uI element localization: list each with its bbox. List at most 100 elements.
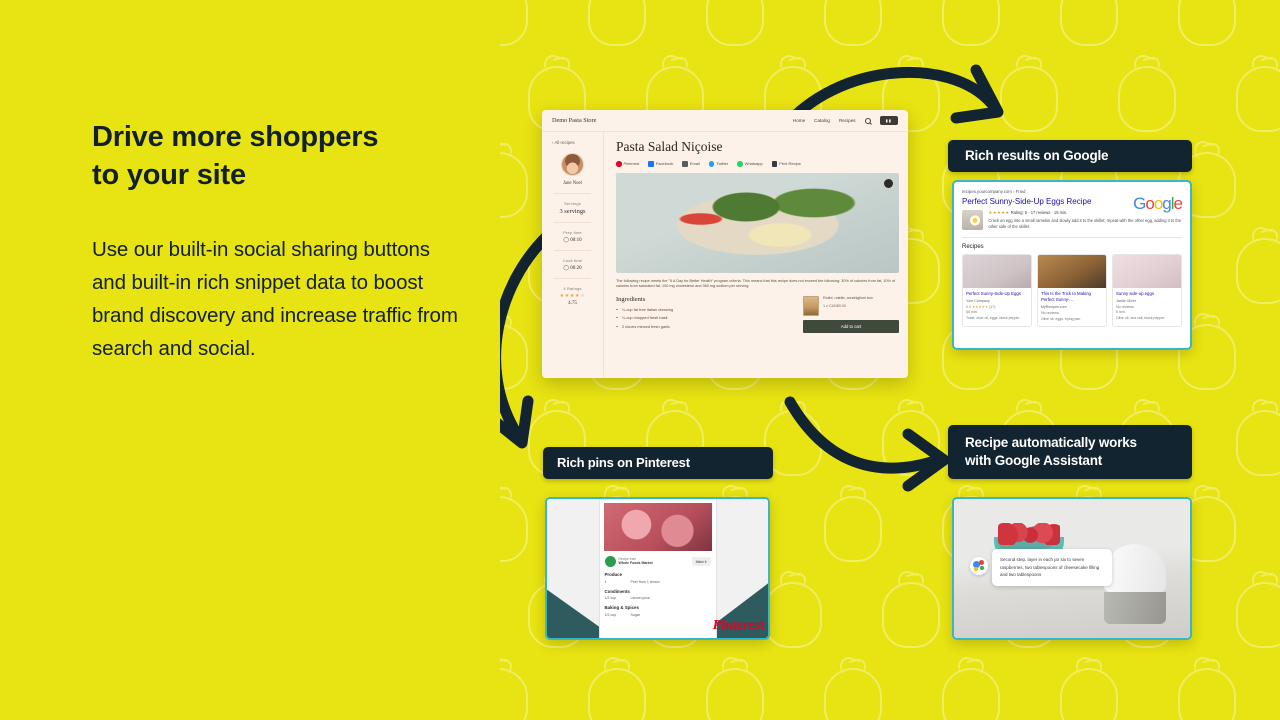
pin-item: Lemon juice <box>630 596 650 600</box>
whole-foods-icon <box>604 556 616 567</box>
divider <box>554 250 591 251</box>
speaker-top <box>1104 544 1166 592</box>
recipe-hero-image <box>616 172 899 273</box>
pineapple-pattern-icon <box>1118 66 1176 132</box>
pineapple-pattern-icon <box>1060 668 1118 720</box>
copy-block: Drive more shoppers to your site Use our… <box>92 118 462 365</box>
label-rich-results-google: Rich results on Google <box>948 140 1192 172</box>
recipe-page-mockup: Demo Pasta Store Home Catalog Recipes ▮▮… <box>542 110 908 378</box>
pin-qty: 1/2 cup <box>604 612 617 617</box>
prep-time-value: ◯ 00:10 <box>563 238 582 243</box>
store-name: Demo Pasta Store <box>552 117 597 124</box>
recipe-body: ‹ All recipes Jane Noel Servings 3 servi… <box>542 132 908 378</box>
assistant-speech-bubble: Second step, layer in each jar six to se… <box>992 549 1112 586</box>
recipe-result-card[interactable]: This Is the Trick to Making Perfect Sunn… <box>1037 254 1107 327</box>
label-google-assistant: Recipe automatically works with Google A… <box>948 425 1192 479</box>
ingredient-item: ¼ cup fat free Italian dressing <box>616 307 795 312</box>
ingredients-section: Ingredients ¼ cup fat free Italian dress… <box>616 296 899 334</box>
pineapple-pattern-icon <box>942 0 1000 46</box>
ingredient-item: ¼ cup chopped fresh basil <box>616 315 795 320</box>
card-ingredients: Toast, olive oil, eggs, black pepper <box>966 316 1020 321</box>
make-it-button[interactable]: Make it <box>691 557 711 566</box>
google-results-mockup: Google recipes.yourcompany.com › Fried P… <box>952 180 1192 350</box>
nav-link-home[interactable]: Home <box>793 118 805 123</box>
card-time: 55 min. <box>966 310 978 315</box>
recipe-result-card[interactable]: Sunny side-up eggs Jamie Oliver No revie… <box>1112 254 1182 327</box>
share-whatsapp[interactable]: Whatsapp <box>737 161 763 167</box>
speaker-base <box>1104 592 1166 624</box>
prep-time-label: Prep time <box>563 230 582 235</box>
pin-source-row: Recipe from Whole Foods Market Make it <box>600 551 716 567</box>
pin-section-heading: Produce <box>604 572 623 577</box>
pin-ingredient-row: 1/2 cup Sugar <box>600 610 716 617</box>
recipes-carousel-heading: Recipes <box>962 244 984 251</box>
share-twitter[interactable]: Twitter <box>708 161 728 167</box>
card-rating: 5.0 ★★★★★ (17) <box>966 305 996 310</box>
pineapple-pattern-icon <box>1236 582 1280 648</box>
pineapple-pattern-icon <box>942 668 1000 720</box>
arrow-to-assistant <box>784 396 950 492</box>
pinterest-logo: Pinterest <box>712 618 764 633</box>
twitter-icon <box>708 161 715 167</box>
pineapple-pattern-icon <box>500 152 528 218</box>
card-title: This Is the Trick to Making Perfect Sunn… <box>1041 291 1091 303</box>
card-image <box>963 255 1031 289</box>
share-email[interactable]: Email <box>682 161 700 167</box>
card-source: Your Company <box>966 299 990 304</box>
result-thumbnail <box>962 210 984 230</box>
nav-link-catalog[interactable]: Catalog <box>814 118 830 123</box>
pineapple-pattern-icon <box>588 668 646 720</box>
rating-stars: ★★★★★ <box>559 293 586 299</box>
cart-button[interactable]: ▮▮ <box>879 116 898 125</box>
card-ingredients: Olive oil, eggs, frying pan <box>1041 316 1081 321</box>
pin-item: Peel from 1 lemon <box>630 579 660 584</box>
share-print[interactable]: Print Recipe <box>771 161 801 167</box>
recipe-description: The following recipe meets the "5 A Day … <box>616 278 896 289</box>
share-pinterest[interactable]: Pinterest <box>616 161 639 167</box>
breadcrumb[interactable]: ‹ All recipes <box>546 140 599 145</box>
recipe-main: Pasta Salad Niçoise Pinterest Facebook E… <box>604 132 908 378</box>
author-avatar <box>561 153 584 176</box>
cook-time-label: Cook time <box>562 258 583 263</box>
store-header: Demo Pasta Store Home Catalog Recipes ▮▮ <box>542 110 908 132</box>
recipe-result-card[interactable]: Perfect Sunny-Side-Up Eggs Your Company … <box>962 254 1032 327</box>
print-icon <box>771 161 778 167</box>
pineapple-pattern-icon <box>1178 668 1236 720</box>
card-body: Perfect Sunny-Side-Up Eggs Your Company … <box>963 288 1031 325</box>
label-rich-pins-pinterest: Rich pins on Pinterest <box>543 447 773 479</box>
ratings-label: 4 Ratings <box>563 286 582 291</box>
body-copy: Use our built-in social sharing buttons … <box>92 237 458 361</box>
pineapple-pattern-icon <box>1178 0 1236 46</box>
recipes-carousel: Perfect Sunny-Side-Up Eggs Your Company … <box>954 250 1190 327</box>
add-to-cart-button[interactable]: Add to cart <box>803 320 899 334</box>
pineapple-pattern-icon <box>882 582 940 648</box>
nav-link-recipes[interactable]: Recipes <box>839 118 856 123</box>
pineapple-pattern-icon <box>764 582 822 648</box>
product-upsell: Rotini, rotelle, conchiglioni box 1 x CA… <box>803 296 899 334</box>
card-title: Perfect Sunny-Side-Up Eggs <box>966 291 1021 297</box>
search-icon[interactable] <box>864 117 871 124</box>
pineapple-pattern-icon <box>1060 0 1118 46</box>
card-body: Sunny side-up eggs Jamie Oliver No revie… <box>1113 288 1181 325</box>
pin-qty: 1 <box>604 579 607 584</box>
label-text: Rich pins on Pinterest <box>557 454 690 470</box>
pineapple-pattern-icon <box>1236 66 1280 132</box>
share-facebook[interactable]: Facebook <box>648 161 673 167</box>
pineapple-pattern-icon <box>500 668 528 720</box>
recipe-title: Pasta Salad Niçoise <box>616 139 723 154</box>
ingredient-item: 2 cloves minced fresh garlic <box>616 324 795 329</box>
breadcrumb-label: All recipes <box>554 140 575 145</box>
label-text: Rich results on Google <box>965 148 1109 164</box>
pin-source-text: Recipe from Whole Foods Market <box>618 556 653 566</box>
ingredients-heading: Ingredients <box>616 296 646 304</box>
google-logo: Google <box>1133 194 1183 213</box>
card-image <box>1038 255 1106 289</box>
divider <box>554 193 591 194</box>
store-nav: Home Catalog Recipes ▮▮ <box>793 116 898 125</box>
card-body: This Is the Trick to Making Perfect Sunn… <box>1038 288 1106 325</box>
card-title: Sunny side-up eggs <box>1116 291 1154 297</box>
pineapple-pattern-icon <box>824 0 882 46</box>
label-text: Recipe automatically works with Google A… <box>965 435 1137 468</box>
card-rating: No reviews <box>1041 310 1059 315</box>
left-copy-panel: Drive more shoppers to your site Use our… <box>0 0 500 720</box>
